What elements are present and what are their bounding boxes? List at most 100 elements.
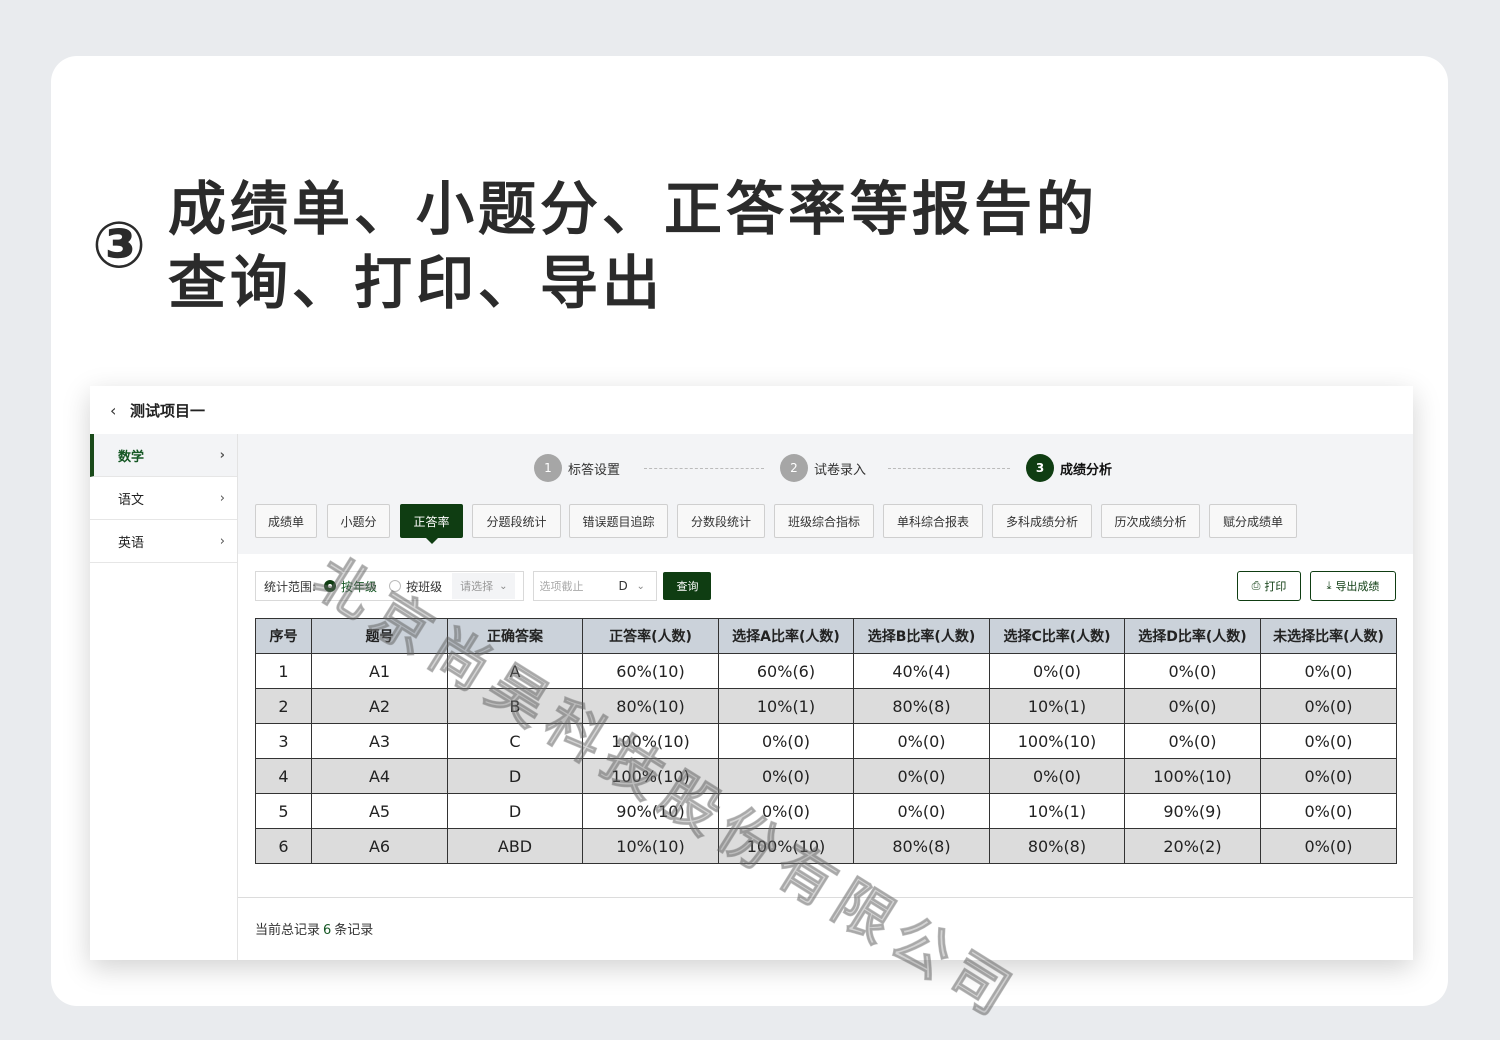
scope-label: 统计范围:	[264, 579, 317, 594]
tab-class-index[interactable]: 班级综合指标	[774, 504, 874, 538]
table-cell: 40%(4)	[853, 653, 990, 689]
step-1[interactable]: 1 标答设置	[534, 454, 620, 482]
table-cell: 0%(0)	[1260, 758, 1397, 794]
chevron-down-icon: ⌄	[499, 580, 508, 592]
sidebar-item-label: 英语	[118, 535, 145, 551]
cutoff-select[interactable]: 选项截止 D ⌄	[533, 571, 658, 601]
step-number: 1	[534, 454, 562, 482]
column-header: 序号	[255, 618, 312, 654]
headline-title: 成绩单、小题分、正答率等报告的查询、打印、导出	[168, 175, 1099, 317]
table-cell: 0%(0)	[1260, 793, 1397, 829]
tab-history[interactable]: 历次成绩分析	[1101, 504, 1200, 538]
select-placeholder: 请选择	[460, 580, 494, 593]
tab-assigned-score[interactable]: 赋分成绩单	[1209, 504, 1297, 538]
table-cell: 0%(0)	[853, 758, 990, 794]
step-2[interactable]: 2 试卷录入	[780, 454, 866, 482]
tab-score-band[interactable]: 分数段统计	[677, 504, 765, 538]
record-count: 当前总记录 6 条记录	[255, 919, 373, 938]
table-cell: 60%(10)	[582, 653, 719, 689]
step-connector	[888, 468, 1010, 469]
top-bar: ‹ 测试项目一	[90, 386, 1413, 435]
step-number-badge: ③	[92, 209, 147, 283]
sidebar-item-chinese[interactable]: 语文 ›	[90, 477, 237, 520]
table-cell: 100%(10)	[1124, 758, 1261, 794]
chevron-right-icon: ›	[219, 447, 225, 463]
table-cell: 100%(10)	[718, 828, 854, 864]
table-cell: 0%(0)	[1124, 688, 1261, 724]
table-cell: 10%(1)	[989, 793, 1125, 829]
sidebar-item-english[interactable]: 英语 ›	[90, 520, 237, 563]
chevron-left-icon[interactable]: ‹	[110, 401, 124, 420]
table-cell: A3	[311, 723, 448, 759]
table-cell: 2	[255, 688, 312, 724]
table-cell: 90%(10)	[582, 793, 719, 829]
sidebar-item-math[interactable]: 数学 ›	[90, 434, 237, 477]
table-cell: 5	[255, 793, 312, 829]
filter-bar: 统计范围: 按年级 按班级 请选择 ⌄ 选项截止 D ⌄ 查询	[255, 571, 712, 601]
tab-item-score[interactable]: 小题分	[327, 504, 390, 538]
radio-grade-label[interactable]: 按年级	[341, 578, 377, 595]
table-cell: A2	[311, 688, 448, 724]
table-cell: A5	[311, 793, 448, 829]
radio-grade[interactable]	[324, 580, 337, 592]
table-cell: 10%(1)	[718, 688, 854, 724]
app-window: ‹ 测试项目一 数学 › 语文 › 英语 › 1 标答设置 2 试卷录入 3 成…	[90, 386, 1413, 960]
table-cell: B	[447, 688, 583, 724]
step-connector	[644, 468, 764, 469]
step-number: 3	[1026, 454, 1054, 482]
download-icon: ⤓	[1326, 579, 1332, 592]
table-cell: 0%(0)	[718, 793, 854, 829]
cutoff-placeholder: 选项截止	[539, 580, 584, 593]
tab-subject-report[interactable]: 单科综合报表	[883, 504, 983, 538]
chevron-down-icon: ⌄	[636, 580, 645, 592]
table-cell: 60%(6)	[718, 653, 854, 689]
record-prefix: 当前总记录	[255, 923, 321, 938]
table-cell: 80%(8)	[989, 828, 1125, 864]
table-cell: C	[447, 723, 583, 759]
table-cell: A6	[311, 828, 448, 864]
table-row: 1 A1 A 60%(10) 60%(6) 40%(4) 0%(0) 0%(0) 0%(0)	[255, 653, 1397, 689]
sidebar-item-label: 数学	[118, 449, 145, 465]
export-label: 导出成绩	[1335, 580, 1380, 593]
cutoff-value: D	[618, 579, 628, 593]
step-number: 2	[780, 454, 808, 482]
print-label: 打印	[1264, 580, 1287, 593]
column-header: 正确答案	[447, 618, 583, 654]
tab-error-tracking[interactable]: 错误题目追踪	[569, 504, 668, 538]
record-count-value: 6	[323, 923, 332, 938]
table-cell: 0%(0)	[989, 758, 1125, 794]
correct-rate-table: 序号 题号 正确答案 正答率(人数) 选择A比率(人数) 选择B比率(人数) 选…	[255, 618, 1397, 864]
tab-multi-subject[interactable]: 多科成绩分析	[992, 504, 1092, 538]
table-cell: 20%(2)	[1124, 828, 1261, 864]
query-button[interactable]: 查询	[663, 572, 712, 600]
radio-class-label[interactable]: 按班级	[406, 578, 442, 595]
radio-class[interactable]	[389, 580, 402, 592]
subject-sidebar: 数学 › 语文 › 英语 ›	[90, 434, 238, 960]
table-row: 2 A2 B 80%(10) 10%(1) 80%(8) 10%(1) 0%(0) 0%(0)	[255, 688, 1397, 724]
tab-correct-rate[interactable]: 正答率	[400, 504, 463, 544]
table-cell: 0%(0)	[853, 793, 990, 829]
table-cell: 0%(0)	[718, 758, 854, 794]
table-cell: 100%(10)	[582, 723, 719, 759]
table-cell: 80%(10)	[582, 688, 719, 724]
export-button[interactable]: ⤓ 导出成绩	[1310, 571, 1396, 601]
table-cell: 0%(0)	[1260, 723, 1397, 759]
table-cell: 3	[255, 723, 312, 759]
main-panel: 1 标答设置 2 试卷录入 3 成绩分析 成绩单 小题分 正答率 分题段统计 错…	[238, 434, 1413, 960]
table-cell: 0%(0)	[1124, 653, 1261, 689]
column-header: 选择D比率(人数)	[1124, 618, 1261, 654]
class-select[interactable]: 请选择 ⌄	[452, 573, 516, 599]
tab-score-sheet[interactable]: 成绩单	[255, 504, 317, 538]
print-button[interactable]: ⎙ 打印	[1237, 571, 1301, 601]
table-row: 3 A3 C 100%(10) 0%(0) 0%(0) 100%(10) 0%(0) 0%(0)	[255, 723, 1397, 759]
header-panel: 1 标答设置 2 试卷录入 3 成绩分析 成绩单 小题分 正答率 分题段统计 错…	[238, 434, 1413, 554]
table-cell: 6	[255, 828, 312, 864]
record-suffix: 条记录	[334, 923, 374, 938]
step-3[interactable]: 3 成绩分析	[1026, 454, 1112, 482]
table-header-row: 序号 题号 正确答案 正答率(人数) 选择A比率(人数) 选择B比率(人数) 选…	[255, 618, 1397, 654]
table-cell: 0%(0)	[989, 653, 1125, 689]
table-cell: 1	[255, 653, 312, 689]
tab-section-stats[interactable]: 分题段统计	[472, 504, 561, 538]
step-label: 成绩分析	[1060, 462, 1113, 478]
scope-filter: 统计范围: 按年级 按班级 请选择 ⌄	[255, 571, 525, 601]
